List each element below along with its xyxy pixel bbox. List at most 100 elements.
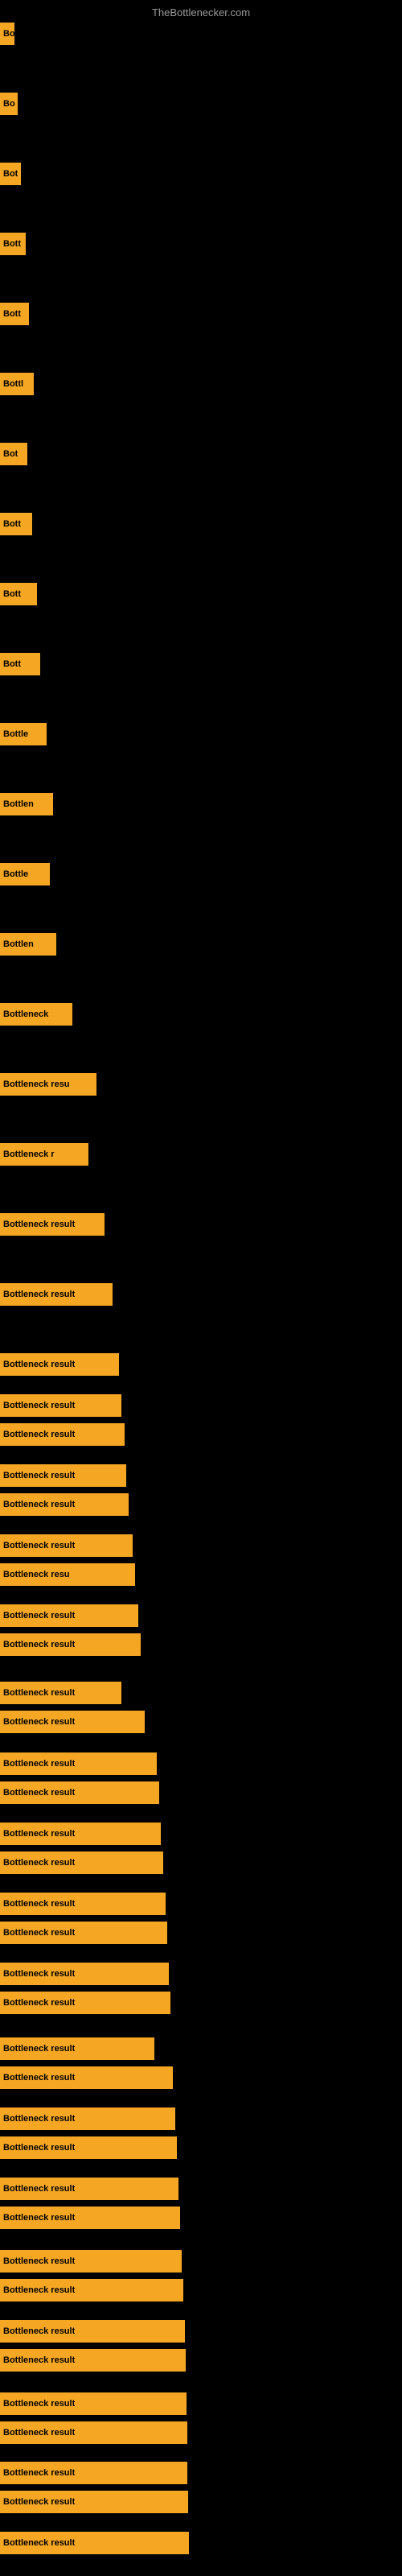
bar-item: Bottleneck result bbox=[0, 1633, 141, 1656]
bar-item: Bottleneck result bbox=[0, 1423, 125, 1446]
bar-label: Bottleneck result bbox=[3, 2468, 75, 2478]
bar-label: Bottleneck result bbox=[3, 2184, 75, 2194]
bar-item: Bottleneck result bbox=[0, 2320, 185, 2343]
bar-item: Bottleneck result bbox=[0, 1781, 159, 1804]
bar-item: Bottleneck r bbox=[0, 1143, 88, 1166]
bar-label: Bottleneck result bbox=[3, 1611, 75, 1620]
bar-item: Bottleneck result bbox=[0, 2136, 177, 2159]
bar-item: Bo bbox=[0, 93, 18, 115]
bar-item: Bottle bbox=[0, 863, 50, 886]
bar-label: Bottleneck result bbox=[3, 1360, 75, 1369]
bar-label: Bott bbox=[3, 659, 21, 669]
bar-item: Bottlen bbox=[0, 933, 56, 956]
bar-label: Bottleneck result bbox=[3, 2326, 75, 2336]
bar-label: Bott bbox=[3, 309, 21, 319]
bar-label: Bottlen bbox=[3, 799, 34, 809]
bar-item: Bottleneck result bbox=[0, 1213, 105, 1236]
bar-item: Bottleneck result bbox=[0, 2066, 173, 2089]
bar-label: Bottleneck result bbox=[3, 1541, 75, 1550]
bar-item: Bottleneck result bbox=[0, 2392, 187, 2415]
bar-item: Bottleneck result bbox=[0, 1711, 145, 1733]
bar-label: Bottle bbox=[3, 869, 28, 879]
bar-item: Bottleneck result bbox=[0, 1922, 167, 1944]
bar-label: Bottleneck result bbox=[3, 2497, 75, 2507]
bar-label: Bottleneck result bbox=[3, 1759, 75, 1769]
bar-label: Bottleneck result bbox=[3, 2213, 75, 2223]
bar-label: Bottleneck r bbox=[3, 1150, 55, 1159]
bar-item: Bottleneck result bbox=[0, 1464, 126, 1487]
bar-item: Bottleneck result bbox=[0, 2279, 183, 2301]
bar-item: Bottleneck resu bbox=[0, 1563, 135, 1586]
bar-label: Bottleneck result bbox=[3, 1430, 75, 1439]
bar-item: Bottleneck result bbox=[0, 1823, 161, 1845]
bar-label: Bottleneck result bbox=[3, 1500, 75, 1509]
bar-item: Bottleneck result bbox=[0, 1394, 121, 1417]
bar-item: Bottleneck result bbox=[0, 2421, 187, 2444]
bar-label: Bottleneck result bbox=[3, 1401, 75, 1410]
bar-item: Bottleneck result bbox=[0, 2462, 187, 2484]
bar-label: Bottleneck result bbox=[3, 2355, 75, 2365]
bar-label: Bo bbox=[3, 29, 14, 39]
bar-label: Bottleneck resu bbox=[3, 1080, 70, 1089]
bar-item: Bottlen bbox=[0, 793, 53, 815]
bar-label: Bottleneck result bbox=[3, 2285, 75, 2295]
bar-item: Bottle bbox=[0, 723, 47, 745]
bar-label: Bottl bbox=[3, 379, 23, 389]
bar-item: Bott bbox=[0, 233, 26, 255]
bar-label: Bottleneck result bbox=[3, 1717, 75, 1727]
bar-label: Bottleneck result bbox=[3, 1471, 75, 1480]
bar-item: Bot bbox=[0, 163, 21, 185]
bar-label: Bott bbox=[3, 519, 21, 529]
bar-label: Bot bbox=[3, 169, 18, 179]
bar-item: Bottleneck result bbox=[0, 2349, 186, 2372]
bar-item: Bott bbox=[0, 653, 40, 675]
bar-label: Bottleneck result bbox=[3, 1928, 75, 1938]
bar-label: Bottleneck result bbox=[3, 1858, 75, 1868]
bar-label: Bot bbox=[3, 449, 18, 459]
bar-label: Bottleneck result bbox=[3, 1969, 75, 1979]
bar-label: Bottleneck result bbox=[3, 2538, 75, 2548]
bar-item: Bottleneck result bbox=[0, 1852, 163, 1874]
bar-item: Bottleneck bbox=[0, 1003, 72, 1026]
bar-label: Bott bbox=[3, 589, 21, 599]
bar-item: Bottleneck resu bbox=[0, 1073, 96, 1096]
bar-label: Bottlen bbox=[3, 939, 34, 949]
bar-label: Bottle bbox=[3, 729, 28, 739]
bar-label: Bottleneck result bbox=[3, 2044, 75, 2054]
bar-item: Bottleneck result bbox=[0, 2491, 188, 2513]
bar-label: Bottleneck result bbox=[3, 1688, 75, 1698]
bar-label: Bottleneck result bbox=[3, 2428, 75, 2438]
bar-item: Bottleneck result bbox=[0, 1992, 170, 2014]
bar-item: Bottleneck result bbox=[0, 1604, 138, 1627]
bar-item: Bottleneck result bbox=[0, 2532, 189, 2554]
site-title: TheBottlenecker.com bbox=[152, 6, 250, 19]
bar-label: Bottleneck result bbox=[3, 2399, 75, 2409]
bar-item: Bott bbox=[0, 513, 32, 535]
bar-label: Bott bbox=[3, 239, 21, 249]
bar-item: Bottleneck result bbox=[0, 2178, 178, 2200]
bar-label: Bottleneck resu bbox=[3, 1570, 70, 1579]
bar-label: Bottleneck result bbox=[3, 1899, 75, 1909]
bar-label: Bottleneck result bbox=[3, 2114, 75, 2124]
bar-item: Bottleneck result bbox=[0, 1283, 113, 1306]
bar-item: Bottleneck result bbox=[0, 1893, 166, 1915]
bar-item: Bottl bbox=[0, 373, 34, 395]
bar-item: Bot bbox=[0, 443, 27, 465]
bar-item: Bottleneck result bbox=[0, 2107, 175, 2130]
bar-item: Bottleneck result bbox=[0, 2250, 182, 2273]
bar-item: Bo bbox=[0, 23, 14, 45]
bar-item: Bottleneck result bbox=[0, 1963, 169, 1985]
bar-item: Bottleneck result bbox=[0, 1534, 133, 1557]
bar-label: Bottleneck bbox=[3, 1009, 48, 1019]
bar-item: Bott bbox=[0, 583, 37, 605]
bar-item: Bottleneck result bbox=[0, 1353, 119, 1376]
bar-label: Bottleneck result bbox=[3, 1788, 75, 1798]
bar-label: Bottleneck result bbox=[3, 2073, 75, 2083]
bar-item: Bottleneck result bbox=[0, 1752, 157, 1775]
bar-label: Bottleneck result bbox=[3, 1290, 75, 1299]
bar-label: Bottleneck result bbox=[3, 1829, 75, 1839]
bar-item: Bottleneck result bbox=[0, 2037, 154, 2060]
bar-label: Bottleneck result bbox=[3, 2143, 75, 2153]
bar-item: Bott bbox=[0, 303, 29, 325]
bar-label: Bottleneck result bbox=[3, 1220, 75, 1229]
